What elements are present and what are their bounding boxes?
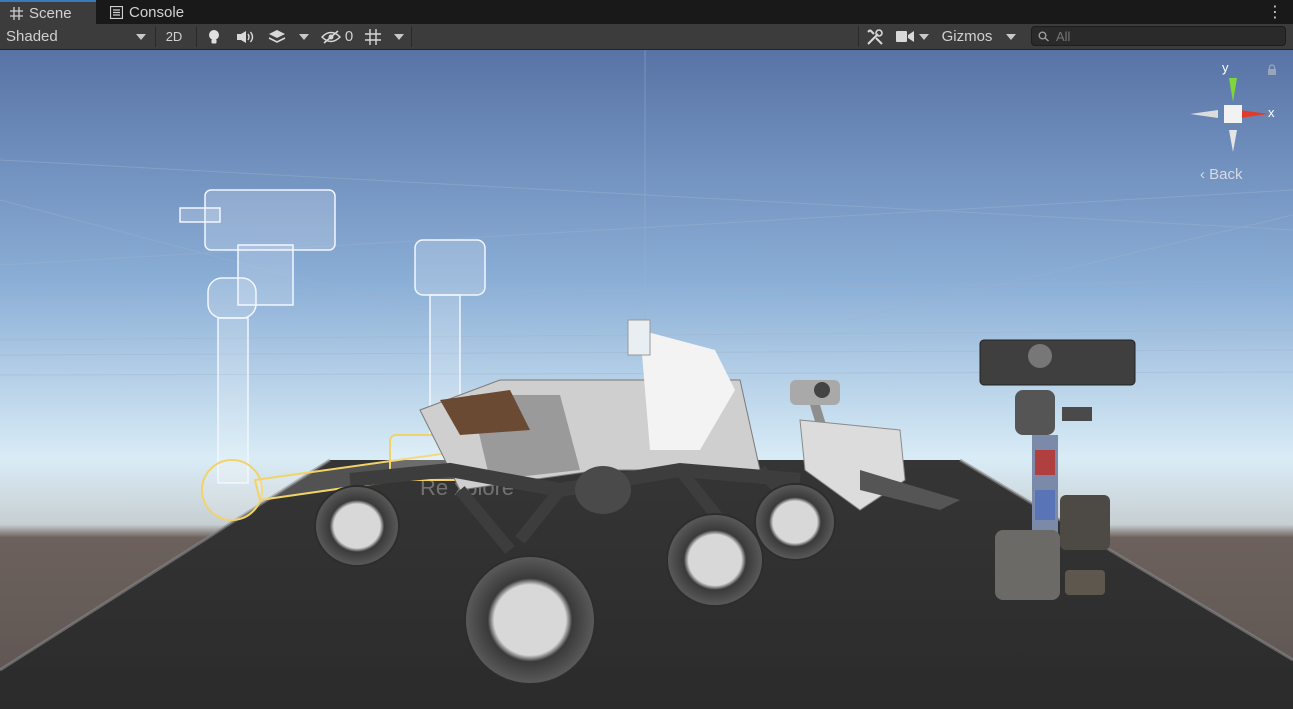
shading-mode-value: Shaded <box>6 28 58 45</box>
tab-console[interactable]: Console <box>100 0 200 24</box>
gizmos-dropdown[interactable] <box>1000 25 1022 48</box>
hidden-objects-toggle[interactable]: 0 <box>317 25 357 48</box>
back-label: Back <box>1209 166 1243 183</box>
tab-console-label: Console <box>129 3 185 21</box>
speaker-icon <box>237 30 254 43</box>
audio-toggle[interactable] <box>231 25 259 48</box>
chevron-down-icon <box>136 33 146 40</box>
chevron-down-icon <box>1006 33 1016 40</box>
scene-viewport[interactable]: Re xplore <box>0 50 1293 709</box>
lock-icon[interactable] <box>1266 64 1278 76</box>
tools-icon <box>867 28 883 45</box>
chevron-down-icon <box>918 33 929 40</box>
chevron-left-icon: ‹ <box>1200 166 1205 183</box>
shading-mode-dropdown[interactable]: Shaded <box>0 25 152 48</box>
grid-toggle[interactable] <box>360 25 386 48</box>
grid-dropdown[interactable] <box>389 25 409 48</box>
tab-scene-label: Scene <box>29 4 72 22</box>
scene-render: Re xplore <box>0 50 1293 709</box>
back-button[interactable]: ‹ Back <box>1200 166 1243 183</box>
effects-toggle[interactable] <box>262 25 292 48</box>
search-input[interactable] <box>1056 28 1256 44</box>
2d-mode-toggle[interactable]: 2D <box>158 25 190 48</box>
effects-dropdown[interactable] <box>293 25 315 48</box>
tools-button[interactable] <box>861 25 889 48</box>
eye-slash-icon <box>320 29 341 44</box>
camera-settings-dropdown[interactable] <box>892 25 932 48</box>
hidden-count: 0 <box>344 28 354 45</box>
more-options-icon[interactable]: ⋮ <box>1267 2 1283 22</box>
grid-snap-icon <box>365 28 381 45</box>
lighting-toggle[interactable] <box>200 25 228 48</box>
light-bulb-icon <box>209 29 219 43</box>
chevron-down-icon <box>394 33 404 40</box>
console-icon <box>110 5 123 19</box>
tab-scene[interactable]: Scene <box>0 0 96 24</box>
2d-mode-label: 2D <box>165 29 183 44</box>
chevron-down-icon <box>299 33 309 40</box>
tab-bar: Scene Console ⋮ <box>0 0 1293 24</box>
gizmo-y-label: y <box>1222 60 1229 75</box>
search-icon <box>1038 31 1049 42</box>
gizmos-label: Gizmos <box>941 28 993 45</box>
gizmo-x-label: x <box>1268 105 1275 120</box>
grid-icon <box>10 6 23 20</box>
camera-icon <box>895 31 914 42</box>
scene-toolbar: Shaded 2D 0 Gizmos All <box>0 24 1293 50</box>
scene-search[interactable] <box>1031 26 1286 46</box>
layers-icon <box>268 29 286 43</box>
gizmos-button[interactable]: Gizmos <box>935 25 999 48</box>
